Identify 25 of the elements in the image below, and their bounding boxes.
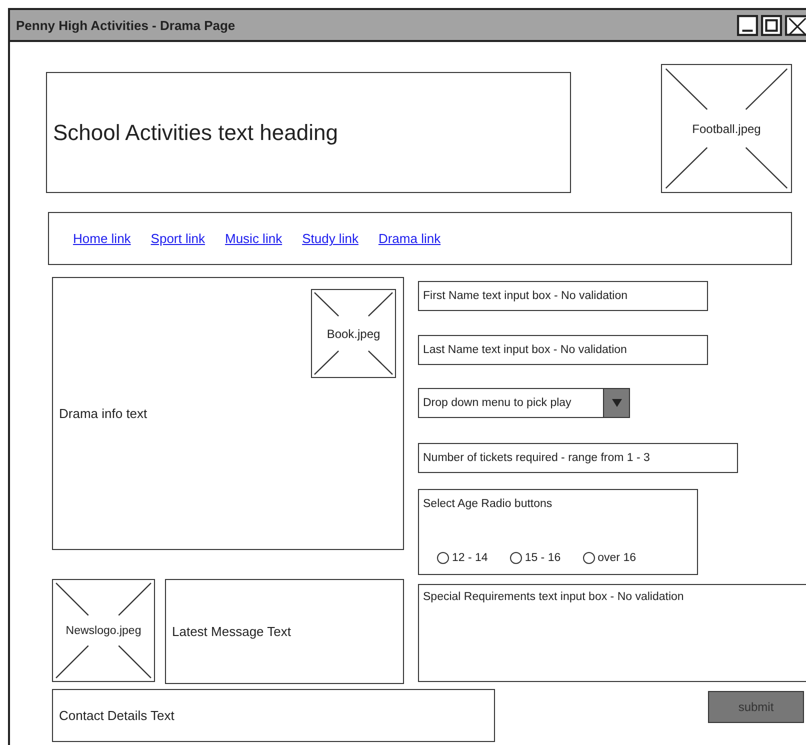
radio-option[interactable]: 15 - 16 <box>510 552 561 564</box>
nav-link[interactable]: Music link <box>225 231 282 246</box>
play-dropdown[interactable]: Drop down menu to pick play <box>418 388 630 418</box>
maximize-icon[interactable] <box>761 14 782 36</box>
nav-link[interactable]: Drama link <box>378 231 441 246</box>
image-label: Football.jpeg <box>692 122 761 136</box>
nav-link[interactable]: Study link <box>302 231 358 246</box>
message-text: Latest Message Text <box>172 624 291 639</box>
info-text: Drama info text <box>59 406 148 421</box>
caret-icon <box>612 399 622 407</box>
window-title: Penny High Activities - Drama Page <box>16 18 236 32</box>
image-label: Newslogo.jpeg <box>66 624 142 636</box>
minimize-icon[interactable] <box>737 14 758 36</box>
radio-option[interactable]: over 16 <box>582 552 636 564</box>
image-label: Book.jpeg <box>326 326 380 340</box>
first-name-field[interactable]: First Name text input box - No validation <box>418 281 708 311</box>
radio-group-label: Select Age Radio buttons <box>423 498 554 510</box>
page-heading: School Activities text heading <box>53 120 338 146</box>
nav-link[interactable]: Sport link <box>150 231 205 246</box>
nav-link[interactable]: Home link <box>73 231 131 246</box>
requirements-field[interactable]: Special Requirements text input box - No validation <box>418 584 806 682</box>
tickets-field[interactable]: Number of tickets required - range from 1 - 3 <box>418 443 738 473</box>
contact-text: Contact Details Text <box>59 708 174 723</box>
last-name-field[interactable]: Last Name text input box - No validation <box>418 335 708 365</box>
radio-option[interactable]: 12 - 14 <box>437 552 488 564</box>
